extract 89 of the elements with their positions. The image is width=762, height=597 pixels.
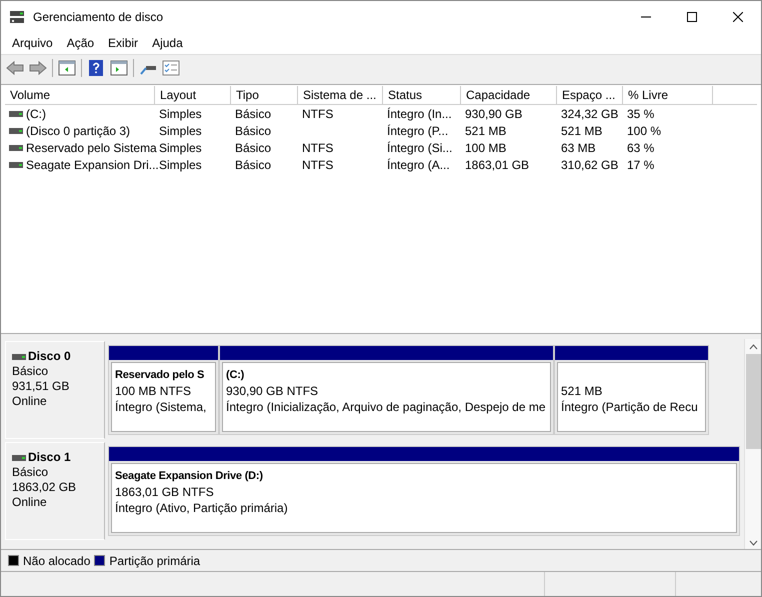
disk-info-panel[interactable]: Disco 1 Básico 1863,02 GB Online (5, 442, 105, 540)
partition-name: Seagate Expansion Drive (D:) (115, 469, 264, 484)
partition-size: 1863,01 GB NTFS (115, 484, 215, 500)
column-header[interactable]: Capacidade (461, 86, 557, 104)
disk-type: Básico (12, 465, 50, 480)
column-header[interactable]: Volume (5, 86, 155, 104)
drive-icon (9, 110, 23, 116)
table-cell-text: 17 % (627, 156, 654, 174)
table-cell-text: 521 MB (561, 122, 602, 140)
table-cell-text: 100 MB (465, 140, 506, 156)
scroll-up-icon[interactable] (748, 344, 758, 350)
disk-management-icon (9, 10, 25, 24)
column-header[interactable]: % Livre (623, 86, 713, 104)
partition-size: 930,90 GB NTFS (226, 383, 320, 399)
table-cell-text: NTFS (302, 140, 334, 156)
table-cell-text: 310,62 GB (561, 156, 618, 174)
table-cell-text: Reservado pelo Sistema (26, 140, 157, 156)
legend-label: Não alocado (23, 552, 90, 570)
drive-icon (12, 454, 26, 460)
partition-status: Íntegro (Inicialização, Arquivo de paginação, Despejo de me (226, 399, 547, 415)
table-cell-text: 100 % (627, 122, 662, 140)
table-cell-text: 63 % (627, 140, 654, 156)
scrollbar[interactable] (744, 339, 761, 549)
table-cell-text: Simples (159, 156, 202, 174)
partition-size: 521 MB (561, 383, 604, 399)
legend-label: Partição primária (109, 552, 200, 570)
partition-status: Íntegro (Partição de Recu (561, 399, 699, 415)
table-cell-text: (C:) (26, 106, 46, 122)
panel-icon[interactable] (58, 58, 76, 76)
menu-item[interactable]: Ação (66, 34, 94, 52)
table-cell-text: Simples (159, 122, 202, 140)
disk-status: Online (12, 394, 48, 409)
column-header[interactable]: Sistema de ... (298, 86, 383, 104)
table-cell-text: Íntegro (Si... (387, 140, 452, 156)
menu-item[interactable]: Ajuda (152, 34, 183, 52)
drive-icon (9, 162, 23, 168)
table-cell-text: NTFS (302, 106, 334, 122)
table-cell-text: 1863,01 GB (465, 156, 530, 174)
table-cell-text: Básico (235, 122, 272, 140)
menu-item[interactable]: Arquivo (12, 34, 53, 52)
partition-block[interactable]: (C:) 930,90 GB NTFS Íntegro (Inicialização, Arquivo de paginação, Despejo de me (219, 345, 554, 435)
partition-block[interactable]: 521 MB Íntegro (Partição de Recu (554, 345, 709, 435)
help-icon[interactable] (87, 58, 105, 76)
panel-icon[interactable] (110, 58, 128, 76)
column-header[interactable]: Tipo (231, 86, 298, 104)
disk-info-panel[interactable]: Disco 0 Básico 931,51 GB Online (5, 341, 105, 439)
table-cell-text: 63 MB (561, 140, 596, 156)
checklist-icon[interactable] (162, 58, 180, 76)
drive-icon (12, 354, 26, 360)
maximize-icon (687, 12, 697, 22)
disk-size: 1863,02 GB (12, 480, 78, 495)
partition-status: Íntegro (Sistema, (115, 399, 208, 415)
partition-block[interactable]: Reservado pelo S 100 MB NTFS Íntegro (Sistema, (108, 345, 219, 435)
table-cell-text: Íntegro (A... (387, 156, 450, 174)
partition-block[interactable]: Seagate Expansion Drive (D:) 1863,01 GB NTFS Íntegro (Ativo, Partição primária) (108, 446, 740, 536)
table-cell-text: Básico (235, 140, 272, 156)
drive-icon (9, 128, 23, 134)
table-cell-text: NTFS (302, 156, 334, 174)
table-cell-text: (Disco 0 partição 3) (26, 122, 130, 140)
table-cell-text: 35 % (627, 106, 654, 122)
partition-size: 100 MB NTFS (115, 383, 192, 399)
window-title: Gerenciamento de disco (33, 8, 164, 26)
forward-arrow-icon[interactable] (29, 58, 47, 76)
table-cell-text: Íntegro (P... (387, 122, 448, 140)
close-icon (733, 12, 743, 22)
disk-name: Disco 0 (28, 349, 71, 364)
table-cell-text: Simples (159, 106, 202, 122)
table-cell-text: Íntegro (In... (387, 106, 452, 122)
column-header[interactable]: Espaço ... (557, 86, 623, 104)
table-cell-text: Seagate Expansion Dri... (26, 156, 159, 174)
back-arrow-icon[interactable] (6, 58, 24, 76)
disk-size: 931,51 GB (12, 379, 70, 394)
drive-icon (9, 144, 23, 150)
table-cell-text: Básico (235, 156, 272, 174)
table-cell-text: Básico (235, 106, 272, 122)
column-header[interactable]: Status (383, 86, 461, 104)
partition-name: Reservado pelo S (115, 368, 206, 383)
disk-name: Disco 1 (28, 450, 71, 465)
column-header[interactable]: Layout (155, 86, 231, 104)
menu-item[interactable]: Exibir (108, 34, 138, 52)
table-cell-text: Simples (159, 140, 202, 156)
partition-status: Íntegro (Ativo, Partição primária) (115, 500, 289, 516)
table-cell-text: 324,32 GB (561, 106, 618, 122)
partition-name: (C:) (226, 368, 246, 383)
disk-type: Básico (12, 364, 50, 379)
table-cell-text: 930,90 GB (465, 106, 522, 122)
scroll-down-icon[interactable] (748, 540, 758, 546)
table-cell-text: 521 MB (465, 122, 506, 140)
disk-status: Online (12, 495, 48, 510)
